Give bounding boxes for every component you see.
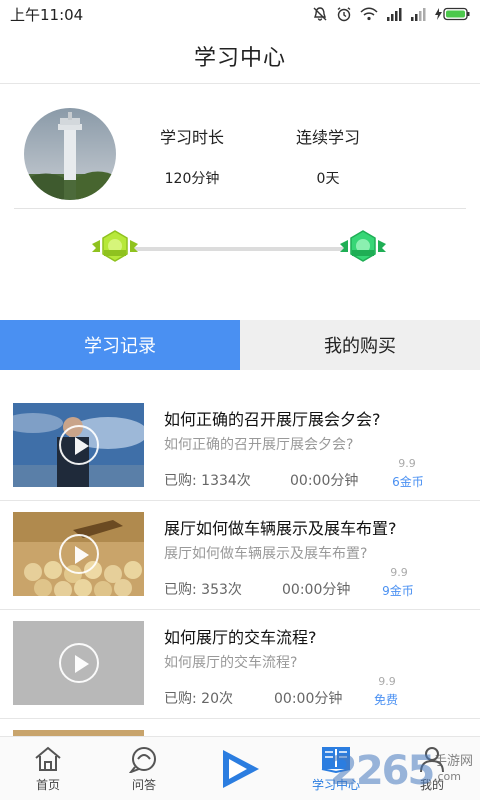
- stat-value: 120分钟: [164, 171, 220, 187]
- course-list: 如何正确的召开展厅展会夕会? 如何正确的召开展厅展会夕会? 已购: 1334次 …: [0, 392, 480, 736]
- nav-home[interactable]: 首页: [0, 737, 96, 800]
- page-title: 学习中心: [193, 45, 286, 71]
- course-subtitle: 如何正确的召开展厅展会夕会?: [164, 437, 354, 453]
- home-icon: [35, 746, 61, 771]
- course-thumbnail[interactable]: [13, 621, 144, 705]
- course-item[interactable]: 展厅如何做车辆展示及展车布置? 展厅如何做车辆展示及展车布置? 已购: 353次…: [0, 501, 480, 610]
- course-original-price: 9.9: [398, 457, 416, 470]
- nav-mine[interactable]: 我的: [384, 737, 480, 800]
- alarm-icon: [337, 7, 351, 22]
- play-icon: [59, 534, 99, 574]
- stat-continuous-study: 连续学习 0天: [268, 124, 388, 188]
- tab-study-records[interactable]: 学习记录: [0, 320, 240, 370]
- play-icon: [59, 643, 99, 683]
- level-progress-line: [134, 247, 346, 251]
- course-price: 6金币: [392, 475, 424, 489]
- course-item[interactable]: 如何展厅的交车流程? 如何展厅的交车流程? 已购: 20次 00:00分钟 9.…: [0, 610, 480, 719]
- bottom-nav: 首页 问答 学习中心 我的: [0, 736, 480, 800]
- stat-study-duration: 学习时长 120分钟: [132, 124, 252, 188]
- course-thumbnail[interactable]: [13, 512, 144, 596]
- nav-label: 学习中心: [311, 778, 360, 792]
- course-item[interactable]: [0, 719, 480, 736]
- nav-label: 问答: [131, 778, 156, 792]
- signal-icon: [387, 8, 402, 21]
- play-logo-icon: [223, 750, 259, 788]
- stat-value: 0天: [316, 171, 340, 187]
- course-price: 9金币: [382, 584, 414, 598]
- app-header: 学习中心: [0, 28, 480, 84]
- user-icon: [420, 747, 444, 773]
- level-badge-icon: [340, 230, 386, 262]
- nav-study-center[interactable]: 学习中心: [288, 737, 384, 800]
- course-item[interactable]: 如何正确的召开展厅展会夕会? 如何正确的召开展厅展会夕会? 已购: 1334次 …: [0, 392, 480, 501]
- avatar[interactable]: [24, 108, 116, 200]
- status-icons: [312, 6, 470, 22]
- course-purchase-count: 已购: 20次: [164, 691, 233, 707]
- qa-icon: [129, 747, 156, 773]
- nav-label: 首页: [35, 778, 60, 792]
- mute-icon: [313, 7, 327, 21]
- tab-bar: 学习记录 我的购买: [0, 320, 480, 370]
- course-price: 免费: [373, 693, 398, 707]
- divider: [14, 208, 466, 209]
- course-subtitle: 如何展厅的交车流程?: [164, 655, 298, 671]
- course-title: 展厅如何做车辆展示及展车布置?: [164, 519, 397, 538]
- wifi-icon: [360, 7, 378, 21]
- nav-label: 我的: [419, 778, 444, 792]
- course-subtitle: 展厅如何做车辆展示及展车布置?: [164, 546, 368, 562]
- play-icon: [59, 425, 99, 465]
- status-time: 上午11:04: [10, 5, 84, 24]
- nav-center-logo[interactable]: [192, 737, 288, 800]
- stat-label: 连续学习: [295, 128, 360, 147]
- nav-qa[interactable]: 问答: [96, 737, 192, 800]
- course-original-price: 9.9: [378, 675, 396, 688]
- course-title: 如何展厅的交车流程?: [164, 628, 317, 647]
- course-duration: 00:00分钟: [274, 691, 343, 707]
- battery-charging-icon: [435, 7, 470, 21]
- signal-icon: [411, 8, 426, 21]
- level-badge-icon: [92, 230, 138, 262]
- stat-label: 学习时长: [159, 128, 224, 147]
- tab-my-purchases[interactable]: 我的购买: [240, 320, 480, 370]
- course-original-price: 9.9: [390, 566, 408, 579]
- profile-summary: 学习时长 120分钟 连续学习 0天: [0, 84, 480, 210]
- status-bar: 上午11:04: [0, 0, 480, 28]
- course-duration: 00:00分钟: [282, 582, 351, 598]
- course-purchase-count: 已购: 1334次: [164, 473, 251, 489]
- level-progress: [0, 228, 480, 268]
- course-purchase-count: 已购: 353次: [164, 582, 242, 598]
- book-icon: [321, 747, 351, 773]
- course-title: 如何正确的召开展厅展会夕会?: [164, 410, 381, 429]
- course-duration: 00:00分钟: [290, 473, 359, 489]
- course-thumbnail[interactable]: [13, 403, 144, 487]
